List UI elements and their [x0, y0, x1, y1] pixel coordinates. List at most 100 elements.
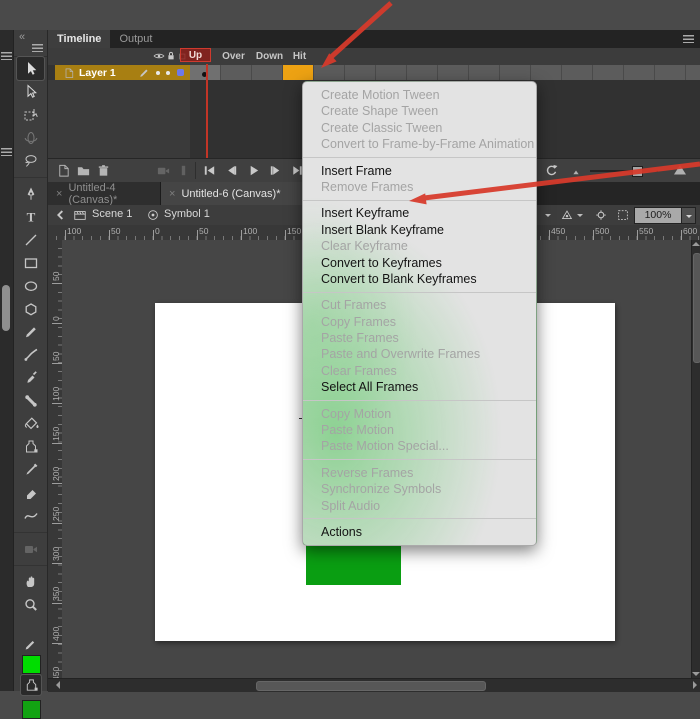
onion-skin-marker-icon[interactable] — [176, 163, 191, 178]
new-folder-button[interactable] — [76, 163, 91, 178]
paint-bucket-tool[interactable] — [14, 412, 47, 435]
eraser-tool[interactable] — [14, 481, 47, 504]
frame-label-hit[interactable]: Hit — [284, 50, 315, 63]
frame-cell[interactable] — [655, 65, 686, 80]
menu-item-insert-frame[interactable]: Insert Frame — [303, 163, 536, 179]
lock-layers-icon[interactable] — [165, 50, 177, 62]
scroll-right-arrow[interactable] — [693, 681, 697, 689]
close-tab-icon[interactable]: × — [56, 188, 62, 200]
frame-cell[interactable] — [438, 65, 469, 80]
menu-item-insert-keyframe[interactable]: Insert Keyframe — [303, 205, 536, 221]
frame-cell[interactable] — [376, 65, 407, 80]
frame-size-large-icon[interactable] — [672, 162, 687, 177]
frame-cell[interactable] — [314, 65, 345, 80]
scroll-up-arrow[interactable] — [692, 242, 700, 246]
hand-tool[interactable] — [14, 570, 47, 593]
frame-size-slider-track[interactable] — [590, 170, 658, 172]
frame-cell[interactable] — [407, 65, 438, 80]
dock-panel-menu-icon[interactable] — [1, 52, 12, 60]
tab-output[interactable]: Output — [110, 30, 161, 48]
eyedropper-tool[interactable] — [14, 458, 47, 481]
layer-visible-dot[interactable] — [156, 71, 160, 75]
scroll-left-arrow[interactable] — [56, 681, 60, 689]
frame-label-up[interactable]: Up — [180, 48, 211, 62]
rectangle-tool[interactable] — [14, 251, 47, 274]
frame-cell[interactable] — [221, 65, 252, 80]
frame-label-over[interactable]: Over — [218, 50, 249, 63]
polystar-tool[interactable] — [14, 297, 47, 320]
clip-content-icon[interactable] — [616, 208, 630, 222]
step-forward-button[interactable] — [268, 163, 283, 178]
selected-frame-cell-hit[interactable] — [283, 65, 314, 80]
oval-tool[interactable] — [14, 274, 47, 297]
frame-cell[interactable] — [624, 65, 655, 80]
ink-bottle-tool[interactable] — [14, 435, 47, 458]
horizontal-scrollbar[interactable] — [48, 678, 700, 692]
document-tab[interactable]: ×Untitled-4 (Canvas)* — [48, 182, 161, 205]
paint-brush-tool[interactable] — [14, 343, 47, 366]
new-layer-button[interactable] — [56, 163, 71, 178]
zoom-level-field[interactable]: 100% — [634, 207, 682, 224]
fill-color-swatch[interactable] — [22, 700, 41, 719]
zoom-tool[interactable] — [14, 593, 47, 616]
back-arrow-icon[interactable] — [54, 208, 68, 222]
rotation-3d-tool[interactable] — [14, 126, 47, 149]
frame-size-small-icon[interactable] — [570, 166, 585, 181]
menu-item-convert-to-blank-keyframes[interactable]: Convert to Blank Keyframes — [303, 271, 536, 287]
frame-label-down[interactable]: Down — [254, 50, 285, 63]
pencil-tool[interactable] — [14, 320, 47, 343]
frame-cell[interactable] — [593, 65, 624, 80]
lasso-tool[interactable] — [14, 149, 47, 172]
menu-item-select-all-frames[interactable]: Select All Frames — [303, 379, 536, 395]
frame-cell[interactable] — [686, 65, 700, 80]
zoom-level-dropdown-button[interactable] — [681, 207, 696, 224]
close-tab-icon[interactable]: × — [169, 188, 175, 200]
menu-item-actions[interactable]: Actions — [303, 524, 536, 540]
show-hide-layers-icon[interactable] — [153, 50, 165, 62]
play-button[interactable] — [246, 163, 261, 178]
go-to-first-button[interactable] — [202, 163, 217, 178]
menu-item-insert-blank-keyframe[interactable]: Insert Blank Keyframe — [303, 222, 536, 238]
vertical-scrollbar[interactable] — [691, 240, 700, 678]
collapse-panel-icon[interactable]: « — [19, 31, 25, 43]
camera-toggle-icon[interactable] — [156, 163, 171, 178]
line-tool[interactable] — [14, 228, 47, 251]
dock-panel-menu-icon[interactable] — [1, 148, 12, 156]
edit-symbols-icon[interactable] — [560, 208, 574, 222]
menu-item-convert-to-keyframes[interactable]: Convert to Keyframes — [303, 255, 536, 271]
camera-tool[interactable] — [14, 537, 47, 560]
layer-lock-dot[interactable] — [166, 71, 170, 75]
vertical-scroll-thumb[interactable] — [693, 253, 700, 363]
frame-cell[interactable] — [345, 65, 376, 80]
brush-tool[interactable] — [14, 366, 47, 389]
frame-cell[interactable] — [252, 65, 283, 80]
center-frame-icon[interactable] — [594, 208, 608, 222]
scene-breadcrumb[interactable]: Scene 1 — [92, 208, 132, 220]
horizontal-scroll-thumb[interactable] — [256, 681, 486, 691]
playhead-line[interactable] — [206, 64, 208, 160]
frame-cell[interactable] — [531, 65, 562, 80]
edit-symbols-dropdown-icon[interactable] — [577, 214, 583, 220]
layer-item[interactable]: Layer 1 — [55, 65, 190, 80]
bone-tool[interactable] — [14, 389, 47, 412]
scroll-down-arrow[interactable] — [692, 672, 700, 676]
tools-panel-menu-icon[interactable] — [32, 44, 43, 52]
layer-outline-color-chip[interactable] — [177, 69, 184, 76]
subselection-tool[interactable] — [14, 80, 47, 103]
symbol-breadcrumb[interactable]: Symbol 1 — [164, 208, 210, 220]
width-tool[interactable] — [14, 504, 47, 527]
frame-cell[interactable] — [469, 65, 500, 80]
frame-cell[interactable] — [500, 65, 531, 80]
text-tool[interactable]: T — [14, 205, 47, 228]
stroke-color-swatch[interactable] — [22, 655, 41, 674]
step-back-button[interactable] — [224, 163, 239, 178]
timeline-panel-menu-icon[interactable] — [683, 35, 694, 43]
pen-tool[interactable] — [14, 182, 47, 205]
fill-color-ink-bottle-icon[interactable] — [21, 675, 41, 695]
selection-tool[interactable] — [17, 57, 44, 80]
frame-cell[interactable] — [562, 65, 593, 80]
document-tab-active[interactable]: ×Untitled-6 (Canvas)* — [161, 182, 311, 205]
frame-size-slider-handle[interactable] — [632, 166, 643, 177]
edit-scene-dropdown-icon[interactable] — [545, 214, 551, 220]
delete-layer-button[interactable] — [96, 163, 111, 178]
